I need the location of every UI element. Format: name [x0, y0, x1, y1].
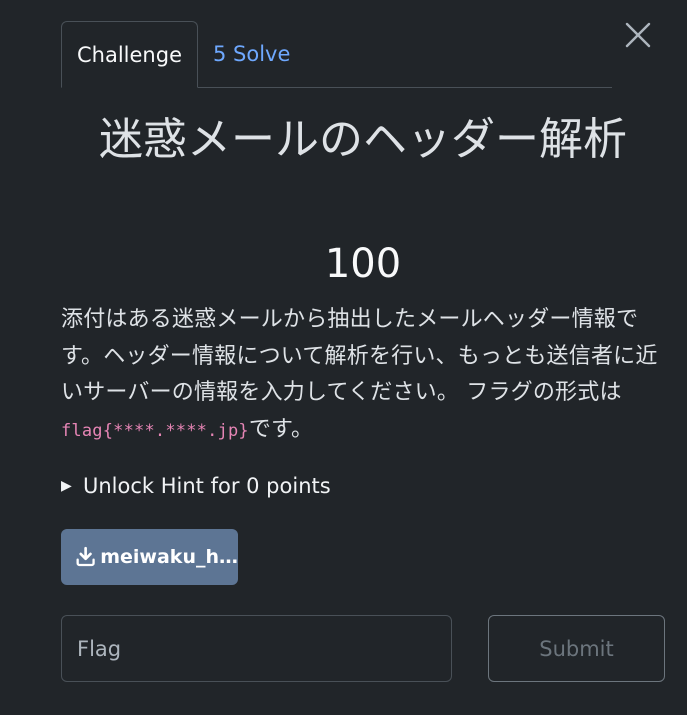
submit-button[interactable]: Submit	[488, 615, 665, 682]
tab-challenge[interactable]: Challenge	[61, 21, 198, 88]
download-icon	[76, 546, 95, 567]
challenge-description: 添付はある迷惑メールから抽出したメールヘッダー情報です。ヘッダー情報について解析…	[61, 302, 667, 449]
close-button[interactable]	[623, 20, 653, 50]
unlock-hint-toggle[interactable]: ▶ Unlock Hint for 0 points	[61, 474, 331, 498]
challenge-points: 100	[324, 241, 402, 287]
flag-format-code: flag{****.****.jp}	[61, 420, 249, 441]
close-icon	[625, 22, 651, 48]
file-download-button[interactable]: meiwaku_h…	[61, 529, 238, 585]
flag-input[interactable]	[61, 615, 452, 682]
tab-challenge-label: Challenge	[77, 42, 182, 67]
tab-bar: Challenge 5 Solve	[61, 21, 612, 88]
unlock-hint-label: Unlock Hint for 0 points	[83, 474, 331, 498]
triangle-right-icon: ▶	[61, 478, 72, 494]
file-name-label: meiwaku_h…	[100, 546, 238, 568]
description-text: 添付はある迷惑メールから抽出したメールヘッダー情報です。ヘッダー情報について解析…	[61, 307, 658, 405]
tab-solves-label: 5 Solve	[213, 42, 291, 66]
description-text-end: です。	[248, 416, 314, 442]
tab-solves[interactable]: 5 Solve	[198, 21, 305, 87]
challenge-title: 迷惑メールのヘッダー解析	[99, 114, 627, 165]
